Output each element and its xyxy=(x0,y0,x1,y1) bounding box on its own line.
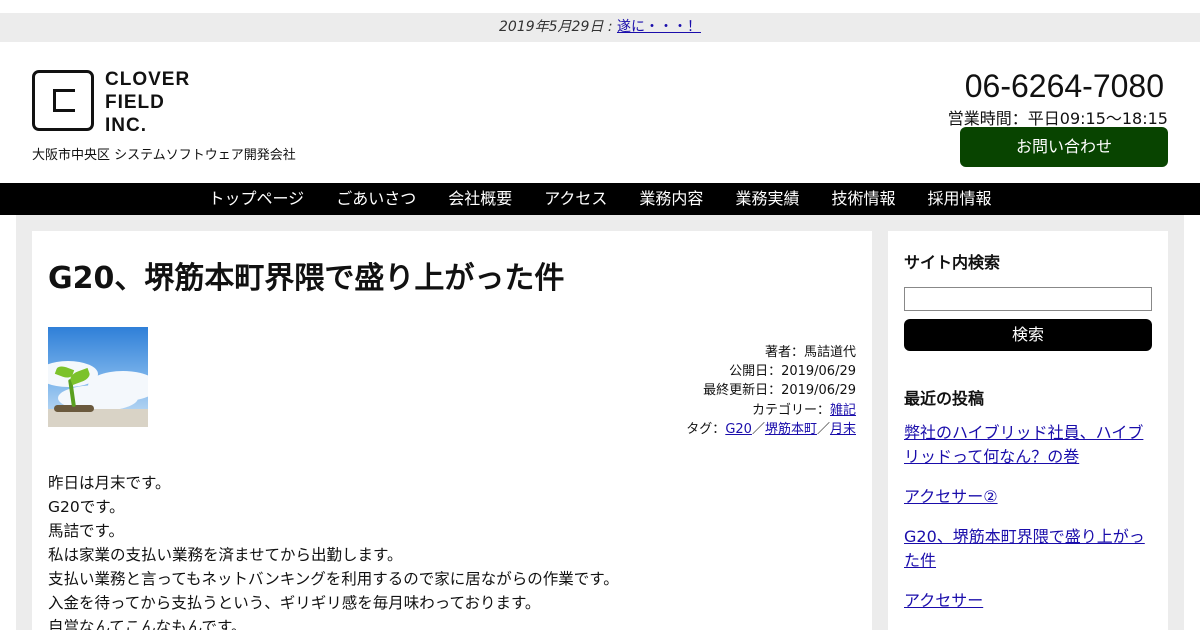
logo-c-mark-icon xyxy=(53,89,75,112)
category-link[interactable]: 雑記 xyxy=(830,403,856,418)
article-title: G20、堺筋本町界隈で盛り上がった件 xyxy=(48,261,565,296)
sidebar: サイト内検索 検索 最近の投稿 弊社のハイブリッド社員、ハイブリッドって何なん？… xyxy=(888,231,1168,630)
article-published: 公開日：2019/06/29 xyxy=(729,364,856,380)
site-tagline: 大阪市中央区 システムソフトウェア開発会社 xyxy=(32,148,296,163)
main-nav: トップページ ごあいさつ 会社概要 アクセス 業務内容 業務実績 技術情報 採用… xyxy=(0,183,1200,215)
search-heading: サイト内検索 xyxy=(904,253,1001,272)
phone-number: 06-6264-7080 xyxy=(964,68,1164,104)
business-hours: 営業時間：平日09:15〜18:15 xyxy=(947,109,1168,128)
tag-separator: ／ xyxy=(816,421,830,437)
recent-posts-list: 弊社のハイブリッド社員、ハイブリッドって何なん？の巻 アクセサー② G20、堺筋… xyxy=(904,421,1152,629)
article-paragraph: 支払い業務と言ってもネットバンキングを利用するので家に居ながらの作業です。 xyxy=(48,570,619,588)
article-author: 著者：馬詰道代 xyxy=(764,345,856,360)
logo-line-1: CLOVER xyxy=(105,69,191,90)
nav-item-access[interactable]: アクセス xyxy=(528,183,623,215)
logo-line-2: FIELD xyxy=(105,92,165,113)
category-label: カテゴリー： xyxy=(751,402,830,418)
top-strip xyxy=(0,0,1200,13)
news-bar: 2019年5月29日 : 遂に・・・！ xyxy=(0,13,1200,42)
search-input[interactable] xyxy=(904,287,1152,311)
tags-label: タグ： xyxy=(686,421,726,437)
nav-item-services[interactable]: 業務内容 xyxy=(623,183,719,215)
article-tags: タグ：G20／堺筋本町／月末 xyxy=(686,420,856,439)
article-category: カテゴリー：雑記 xyxy=(686,401,856,420)
news-link[interactable]: 遂に・・・！ xyxy=(617,19,701,35)
nav-item-greeting[interactable]: ごあいさつ xyxy=(320,183,432,215)
news-date: 2019年5月29日 : xyxy=(499,19,617,35)
article-card: G20、堺筋本町界隈で盛り上がった件 著者：馬詰道代 公開日：2019/06/2… xyxy=(32,231,872,630)
article-thumbnail-sprout-image xyxy=(48,327,148,427)
tag-link-month-end[interactable]: 月末 xyxy=(830,422,856,437)
article-paragraph: 私は家業の支払い業務を済ませてから出勤します。 xyxy=(48,546,403,564)
recent-post-link[interactable]: 弊社のハイブリッド社員、ハイブリッドって何なん？の巻 xyxy=(904,421,1152,469)
article-paragraph: 自営なんてこんなもんです。 xyxy=(48,618,247,630)
search-button[interactable]: 検索 xyxy=(904,319,1152,351)
nav-item-company[interactable]: 会社概要 xyxy=(432,183,528,215)
tag-link-sakaisuji[interactable]: 堺筋本町 xyxy=(765,422,817,437)
recent-post-link[interactable]: アクセサー② xyxy=(904,485,1152,509)
article-body: 昨日は月末です。 G20です。 馬詰です。 私は家業の支払い業務を済ませてから出… xyxy=(48,471,619,630)
nav-item-top[interactable]: トップページ xyxy=(193,183,321,215)
nav-item-works[interactable]: 業務実績 xyxy=(719,183,815,215)
article-paragraph: G20です。 xyxy=(48,498,125,516)
article-meta: 著者：馬詰道代 公開日：2019/06/29 最終更新日：2019/06/29 … xyxy=(686,343,856,439)
tag-separator: ／ xyxy=(751,421,765,437)
logo-wordmark[interactable]: CLOVER FIELD INC. xyxy=(105,68,190,137)
recent-post-link[interactable]: G20、堺筋本町界隈で盛り上がった件 xyxy=(904,525,1152,573)
contact-button[interactable]: お問い合わせ xyxy=(960,127,1168,167)
nav-item-tech[interactable]: 技術情報 xyxy=(815,183,911,215)
company-logo[interactable] xyxy=(32,70,94,131)
article-paragraph: 昨日は月末です。 xyxy=(48,474,171,492)
article-paragraph: 馬詰です。 xyxy=(48,522,124,540)
logo-line-3: INC. xyxy=(105,115,147,136)
article-updated: 最終更新日：2019/06/29 xyxy=(703,383,856,399)
recent-post-link[interactable]: アクセサー xyxy=(904,589,1152,613)
tag-link-g20[interactable]: G20 xyxy=(725,422,752,437)
recent-posts-heading: 最近の投稿 xyxy=(904,389,985,408)
nav-item-recruit[interactable]: 採用情報 xyxy=(911,183,1007,215)
article-paragraph: 入金を待ってから支払うという、ギリギリ感を毎月味わっております。 xyxy=(48,594,541,612)
